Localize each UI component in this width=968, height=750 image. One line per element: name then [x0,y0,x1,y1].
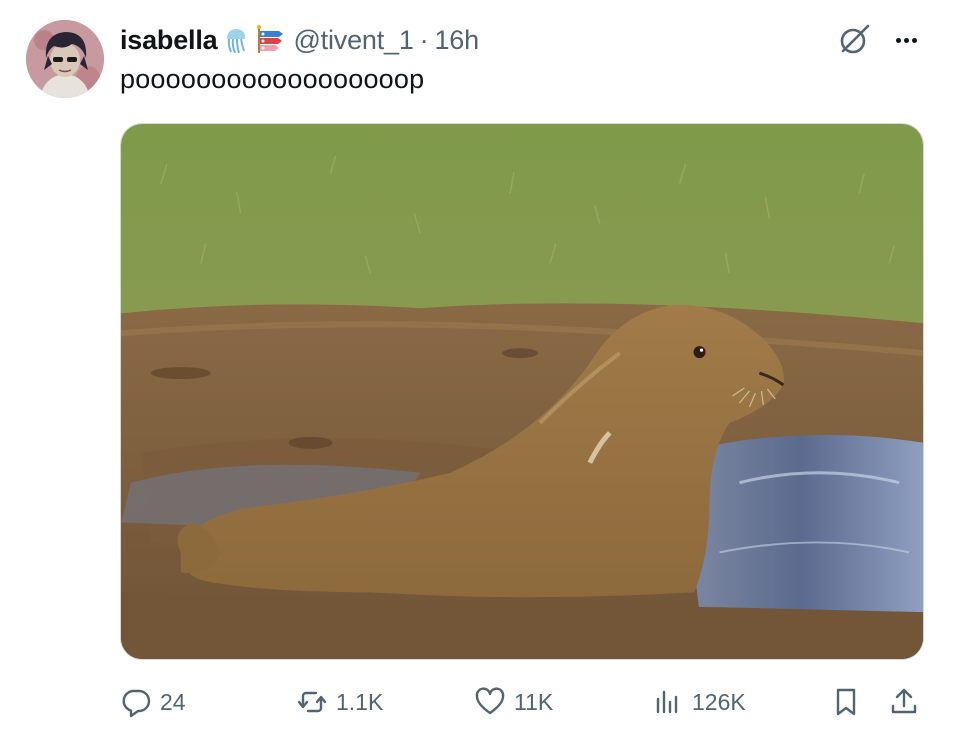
more-icon[interactable] [888,24,924,56]
like-icon [475,687,505,715]
koinobori-emoji-icon [255,25,285,55]
handle[interactable]: @tivent_1 [293,25,413,56]
action-bar: 24 1.1K 11K 126K [120,680,924,724]
reply-button[interactable]: 24 [120,680,186,724]
grok-icon[interactable] [836,22,872,58]
like-count: 11K [514,688,554,715]
more-dot [903,37,909,43]
views-icon [656,690,678,714]
repost-count: 1.1K [336,688,384,715]
photo-image [121,124,923,659]
views-button[interactable]: 126K [652,680,746,724]
jellyfish-emoji-icon [221,25,251,55]
bookmark-button[interactable] [830,680,862,724]
repost-icon [297,691,327,713]
timestamp[interactable]: 16h [434,25,479,56]
tweet[interactable]: isabella @tivent_1 · 16h poooooooooooooo… [0,0,968,750]
display-name[interactable]: isabella [120,25,218,56]
tweet-header: isabella @tivent_1 · 16h [120,22,479,58]
more-dot [895,37,901,43]
share-icon [891,688,917,714]
tweet-photo[interactable] [120,123,924,660]
more-dot [911,37,917,43]
separator-dot: · [419,24,429,55]
avatar-image [26,20,104,98]
reply-icon [122,689,151,718]
tweet-text: poooooooooooooooooop [120,64,425,94]
bookmark-icon [836,688,856,716]
repost-button[interactable]: 1.1K [296,680,383,724]
views-count: 126K [692,688,746,715]
avatar[interactable] [26,20,104,98]
share-button[interactable] [888,680,920,724]
reply-count: 24 [160,688,186,715]
like-button[interactable]: 11K [474,680,553,724]
